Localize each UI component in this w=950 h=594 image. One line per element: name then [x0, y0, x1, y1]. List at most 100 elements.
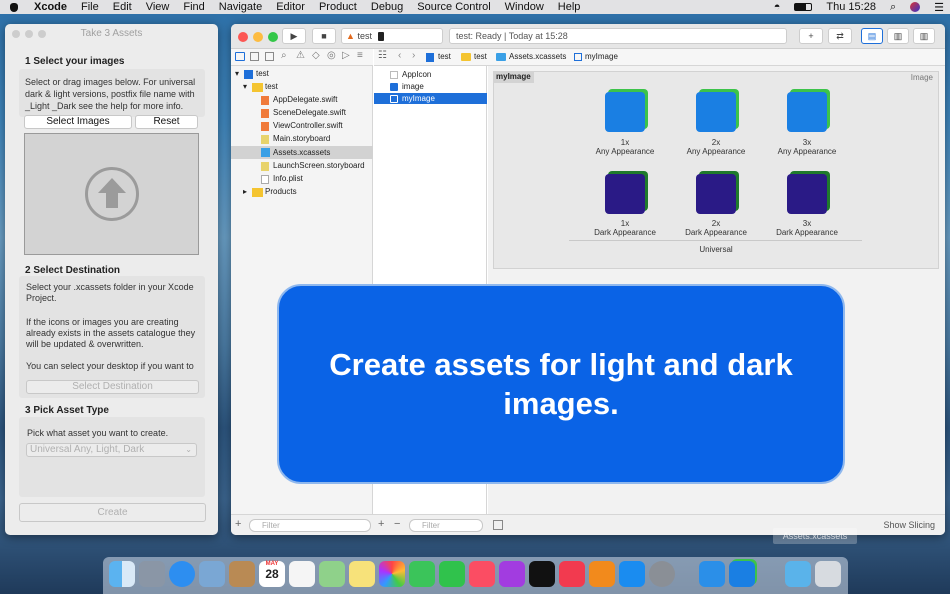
launchpad-icon[interactable] [139, 561, 165, 587]
preview-icon[interactable] [199, 561, 225, 587]
navigator-filter-input[interactable]: Filter [249, 519, 371, 532]
select-destination-button[interactable]: Select Destination [26, 380, 199, 394]
toggle-inspector-button[interactable]: ▥ [913, 28, 935, 44]
folder-icon[interactable] [785, 561, 811, 587]
menu-edit[interactable]: Edit [113, 1, 132, 13]
menu-help[interactable]: Help [558, 1, 581, 13]
trash-icon[interactable] [815, 561, 841, 587]
xcode-icon[interactable] [699, 561, 725, 587]
breadcrumb-item[interactable]: test [474, 52, 487, 61]
photos-icon[interactable] [379, 561, 405, 587]
menu-app-name[interactable]: Xcode [34, 1, 67, 13]
menu-find[interactable]: Find [183, 1, 204, 13]
close-button[interactable] [12, 30, 20, 38]
issue-navigator-icon[interactable]: ⚠ [296, 50, 305, 61]
maps-icon[interactable] [319, 561, 345, 587]
clock[interactable]: Thu 15:28 [826, 1, 876, 13]
app-store-icon[interactable] [619, 561, 645, 587]
contacts-icon[interactable] [229, 561, 255, 587]
asset-item[interactable]: image [374, 81, 487, 92]
menu-debug[interactable]: Debug [371, 1, 403, 13]
asset-filter-input[interactable]: Filter [409, 519, 483, 532]
report-navigator-icon[interactable]: ≡ [357, 50, 363, 61]
music-icon[interactable] [469, 561, 495, 587]
zoom-button[interactable] [38, 30, 46, 38]
news-icon[interactable] [559, 561, 585, 587]
stop-button[interactable]: ■ [312, 28, 336, 44]
toggle-debug-button[interactable]: ▥ [887, 28, 909, 44]
reminders-icon[interactable] [289, 561, 315, 587]
tree-disclosure-icon[interactable]: ▸ [243, 187, 247, 196]
reset-button[interactable]: Reset [135, 115, 198, 129]
breakpoint-navigator-icon[interactable]: ▷ [342, 50, 350, 61]
file-item-selected[interactable]: Assets.xcassets [273, 148, 330, 157]
menu-editor[interactable]: Editor [276, 1, 305, 13]
slicing-icon[interactable] [493, 520, 503, 530]
file-item[interactable]: AppDelegate.swift [273, 95, 337, 104]
image-drop-zone[interactable] [24, 133, 199, 255]
tree-disclosure-icon[interactable]: ▾ [235, 69, 239, 78]
breadcrumb-item[interactable]: test [438, 52, 451, 61]
remove-icon[interactable]: − [394, 518, 400, 530]
finder-icon[interactable] [109, 561, 135, 587]
source-control-icon[interactable] [250, 52, 259, 61]
minimize-button[interactable] [253, 32, 263, 42]
group-test[interactable]: test [265, 82, 278, 91]
dark-image-1x[interactable] [605, 174, 645, 214]
show-slicing-button[interactable]: Show Slicing [883, 520, 935, 530]
debug-navigator-icon[interactable]: ◎ [327, 50, 336, 61]
scheme-selector[interactable]: ▲ test [341, 28, 443, 44]
calendar-icon[interactable]: MAY 28 [259, 561, 285, 587]
menu-window[interactable]: Window [505, 1, 544, 13]
file-item[interactable]: LaunchScreen.storyboard [273, 161, 365, 170]
dark-image-3x[interactable] [787, 174, 827, 214]
grid-icon[interactable]: ☷ [378, 50, 387, 61]
podcasts-icon[interactable] [499, 561, 525, 587]
breadcrumb-item[interactable]: myImage [585, 52, 618, 61]
wifi-icon[interactable]: ◓ [774, 1, 781, 13]
project-root[interactable]: test [256, 69, 269, 78]
spotlight-icon[interactable]: ⌕ [890, 1, 896, 14]
facetime-icon[interactable] [439, 561, 465, 587]
notes-icon[interactable] [349, 561, 375, 587]
light-image-2x[interactable] [696, 92, 736, 132]
file-item[interactable]: Main.storyboard [273, 134, 330, 143]
menu-source-control[interactable]: Source Control [417, 1, 490, 13]
test-navigator-icon[interactable]: ◇ [312, 50, 320, 61]
control-center-icon[interactable]: ☰ [934, 1, 944, 14]
tv-icon[interactable] [529, 561, 555, 587]
close-button[interactable] [238, 32, 248, 42]
books-icon[interactable] [589, 561, 615, 587]
light-image-1x[interactable] [605, 92, 645, 132]
asset-item[interactable]: AppIcon [374, 69, 487, 80]
minimize-button[interactable] [25, 30, 33, 38]
breadcrumb-item[interactable]: Assets.xcassets [509, 52, 566, 61]
project-navigator-icon[interactable] [235, 52, 245, 61]
menu-view[interactable]: View [146, 1, 170, 13]
menu-product[interactable]: Product [319, 1, 357, 13]
file-item[interactable]: Info.plist [273, 174, 303, 183]
siri-icon[interactable] [910, 2, 921, 12]
toggle-navigator-button[interactable]: ▤ [861, 28, 883, 44]
messages-icon[interactable] [409, 561, 435, 587]
safari-icon[interactable] [169, 561, 195, 587]
create-button[interactable]: Create [19, 503, 206, 522]
file-item[interactable]: ViewController.swift [273, 121, 343, 130]
zoom-button[interactable] [268, 32, 278, 42]
code-review-button[interactable]: ⇄ [828, 28, 852, 44]
add-icon[interactable]: + [235, 518, 241, 530]
light-image-3x[interactable] [787, 92, 827, 132]
asset-type-select[interactable]: Universal Any, Light, Dark ⌄ [26, 443, 197, 457]
find-navigator-icon[interactable]: ⌕ [281, 50, 287, 61]
add-icon[interactable]: + [378, 518, 384, 530]
back-icon[interactable]: ‹ [398, 50, 401, 61]
take3assets-icon[interactable] [729, 561, 755, 587]
group-products[interactable]: Products [265, 187, 297, 196]
tree-disclosure-icon[interactable]: ▾ [243, 82, 247, 91]
battery-icon[interactable] [794, 3, 813, 11]
forward-icon[interactable]: › [412, 50, 415, 61]
asset-item-selected[interactable]: myImage [374, 93, 487, 104]
file-item[interactable]: SceneDelegate.swift [273, 108, 346, 117]
dark-image-2x[interactable] [696, 174, 736, 214]
select-images-button[interactable]: Select Images [24, 115, 132, 129]
